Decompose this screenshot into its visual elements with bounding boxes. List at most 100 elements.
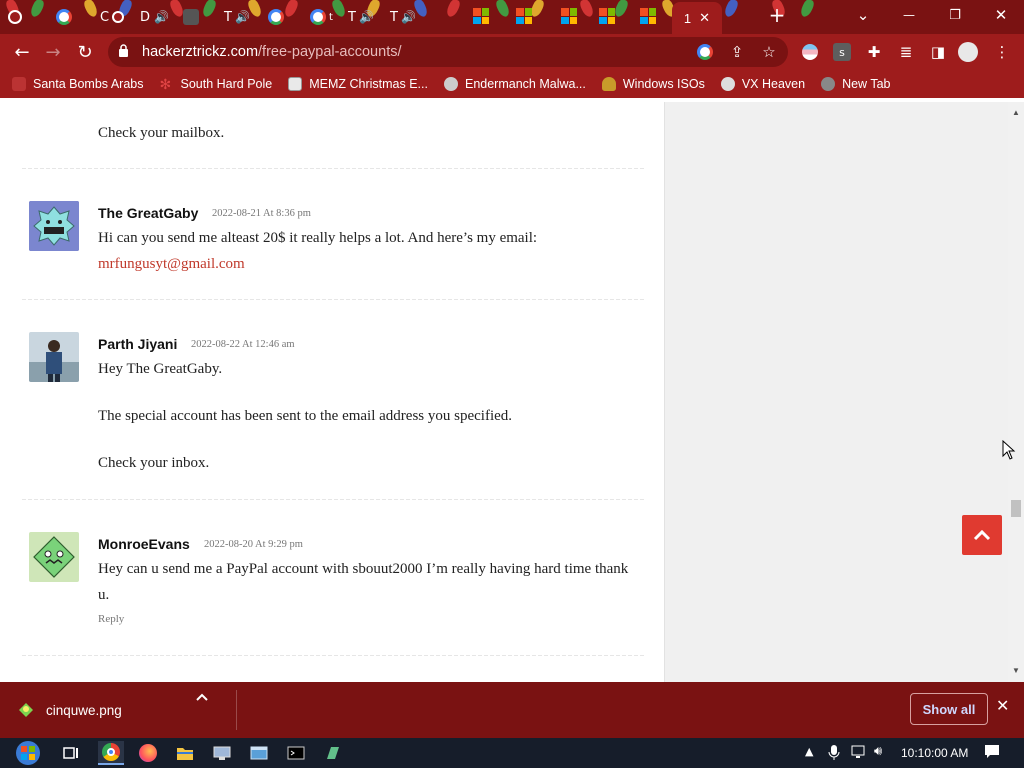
volume-icon[interactable]: 🔊︎ — [874, 744, 882, 759]
minimize-button[interactable]: — — [886, 0, 932, 30]
bookmark-memz-christmas[interactable]: MEMZ Christmas E... — [288, 77, 428, 91]
extension-s-icon[interactable]: s — [832, 42, 852, 62]
firefox-taskbar-icon[interactable] — [135, 741, 161, 765]
lock-icon — [118, 44, 136, 60]
address-bar[interactable]: hackerztrickz.com/free-paypal-accounts/ … — [108, 37, 788, 67]
avatar — [29, 532, 79, 582]
tab-2[interactable] — [56, 4, 72, 30]
christmas-bulb-icon — [612, 0, 630, 19]
bookmark-windows-isos[interactable]: Windows ISOs — [601, 77, 705, 91]
tab-4[interactable]: D — [140, 4, 150, 30]
windows-logo-icon — [599, 8, 615, 24]
christmas-bulb-icon — [82, 0, 100, 19]
scroll-down-arrow-icon[interactable]: ▼ — [1011, 666, 1021, 675]
back-button[interactable]: ← — [7, 37, 37, 67]
comment-text: The special account has been sent to the… — [98, 408, 513, 424]
tab-1[interactable] — [8, 4, 22, 30]
tab-9[interactable]: t — [310, 4, 333, 30]
profile-avatar-icon[interactable] — [958, 42, 978, 62]
reply-link[interactable]: Reply — [98, 613, 124, 625]
forward-button[interactable]: → — [38, 37, 68, 67]
windows-taskbar: ▲ 🔊︎ 10:10:00 AM — [0, 738, 1024, 768]
page-sidebar — [664, 102, 1008, 682]
tray-overflow-chevron-icon[interactable]: ▲ — [805, 745, 813, 758]
bookmark-star-icon[interactable]: ☆ — [760, 43, 778, 61]
chevron-up-icon[interactable] — [196, 690, 208, 704]
globe-icon — [821, 77, 836, 91]
tab-label: 1 — [683, 10, 692, 26]
comment-email-link[interactable]: mrfungusyt@gmail.com — [98, 251, 245, 277]
bookmark-endermanch-malware[interactable]: Endermanch Malwa... — [443, 77, 586, 91]
comment-text: Hi can you send me alteast 20$ it really… — [98, 230, 538, 246]
reload-button[interactable]: ↻ — [70, 37, 100, 67]
side-panel-icon[interactable]: ◨ — [928, 42, 948, 62]
comment-author[interactable]: MonroeEvans — [98, 536, 190, 552]
christmas-bulb-icon — [722, 0, 740, 19]
network-icon[interactable] — [850, 744, 868, 764]
tab-3[interactable]: C — [100, 4, 125, 30]
bookmark-new-tab[interactable]: New Tab — [821, 77, 891, 91]
google-icon — [310, 9, 326, 25]
mouse-cursor-icon — [1002, 440, 1016, 460]
vx-icon — [720, 77, 735, 91]
google-lens-icon[interactable] — [696, 43, 714, 61]
santa-icon — [12, 77, 26, 91]
scroll-thumb[interactable] — [1011, 500, 1021, 517]
comment-author[interactable]: Parth Jiyani — [98, 336, 177, 352]
start-button[interactable] — [10, 741, 46, 765]
bookmark-santa-bombs-arabs[interactable]: Santa Bombs Arabs — [12, 77, 143, 91]
extensions-puzzle-icon[interactable]: ✚ — [864, 42, 884, 62]
close-window-button[interactable]: ✕ — [978, 0, 1024, 30]
restore-button[interactable]: ❐ — [932, 0, 978, 30]
bookmark-south-hard-pole[interactable]: ✻ South Hard Pole — [159, 77, 272, 91]
chrome-taskbar-icon[interactable] — [98, 741, 124, 765]
comment-date[interactable]: 2022-08-20 At 9:29 pm — [204, 539, 303, 550]
media-control-icon[interactable]: ≣ — [896, 42, 916, 62]
tab-11[interactable]: T 🔊 — [390, 4, 416, 30]
tab-10[interactable]: T 🔊 — [348, 4, 374, 30]
dot-icon — [8, 10, 22, 24]
bookmark-label: Santa Bombs Arabs — [33, 77, 144, 91]
page-scrollbar[interactable]: ▲ ▼ — [1008, 102, 1024, 682]
tab-6[interactable] — [183, 4, 199, 30]
back-to-top-button[interactable] — [962, 515, 1002, 555]
christmas-bulb-icon — [578, 0, 596, 19]
command-prompt-icon[interactable] — [283, 741, 309, 765]
comment-text: Check your mailbox. — [98, 125, 225, 141]
comment-text: Check your inbox. — [98, 455, 210, 471]
comment-date[interactable]: 2022-08-21 At 8:36 pm — [212, 208, 311, 219]
speaker-icon: 🔊 — [358, 10, 374, 24]
comment-text: Hey The GreatGaby. — [98, 361, 223, 377]
active-tab[interactable]: 1 ✕ — [672, 2, 722, 34]
remote-desktop-icon[interactable] — [209, 741, 235, 765]
share-icon[interactable]: ⇪ — [728, 43, 746, 61]
show-all-button[interactable]: Show all — [910, 693, 988, 725]
scroll-up-arrow-icon[interactable]: ▲ — [1011, 108, 1021, 117]
tab-search-button[interactable]: ⌄ — [840, 0, 886, 30]
comment-date[interactable]: 2022-08-22 At 12:46 am — [191, 339, 295, 350]
bookmark-label: New Tab — [842, 77, 891, 91]
tab-close-icon[interactable]: ✕ — [699, 10, 710, 26]
bookmark-label: VX Heaven — [741, 77, 806, 91]
bookmark-vx-heaven[interactable]: VX Heaven — [720, 77, 806, 91]
window-app-icon[interactable] — [246, 741, 272, 765]
notepad-app-icon[interactable] — [320, 741, 346, 765]
comment-author[interactable]: The GreatGaby — [98, 205, 198, 221]
close-download-bar-button[interactable]: ✕ — [996, 696, 1009, 715]
tab-5[interactable]: 🔊 — [154, 4, 169, 30]
download-bar: cinquwe.png Show all ✕ — [0, 682, 1024, 738]
notification-center-icon[interactable] — [984, 744, 1000, 763]
app-icon — [183, 9, 199, 25]
file-explorer-icon[interactable] — [172, 741, 198, 765]
tab-8[interactable] — [268, 4, 284, 30]
task-view-icon[interactable] — [58, 741, 84, 765]
tab-7[interactable]: T 🔊 — [224, 4, 250, 30]
windows-logo-icon — [640, 8, 656, 24]
comment-text: Hey can u send me a PayPal account with … — [98, 561, 629, 577]
taskbar-clock[interactable]: 10:10:00 AM — [901, 746, 968, 760]
menu-kebab-icon[interactable]: ⋮ — [992, 42, 1012, 62]
christmas-bulb-icon — [28, 0, 46, 19]
extension-flag-icon[interactable] — [800, 42, 820, 62]
new-tab-button[interactable]: + — [754, 0, 800, 30]
microphone-icon[interactable] — [828, 744, 840, 764]
